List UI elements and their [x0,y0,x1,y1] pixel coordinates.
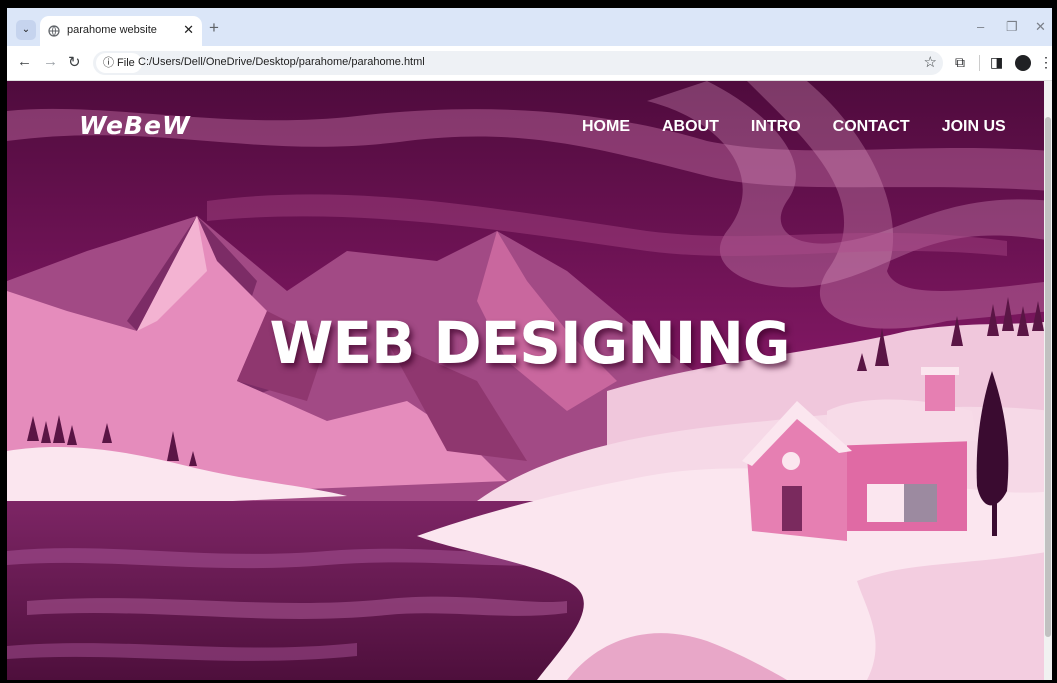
landscape-illustration [7,81,1052,680]
reload-icon[interactable]: ↻ [68,53,81,71]
scrollbar-thumb[interactable] [1045,117,1051,637]
tab-title: parahome website [67,24,157,36]
tab-bar: ⌄ parahome website ✕ + – ❐ ✕ [7,8,1052,46]
browser-toolbar: ← → ↻ ⓘ File C:/Users/Dell/OneDrive/Desk… [7,46,1052,81]
extensions-icon[interactable]: ⧉ [955,54,965,71]
nav-join-us[interactable]: JOIN US [942,118,1006,136]
nav-about[interactable]: ABOUT [662,118,719,136]
site-nav: HOME ABOUT INTRO CONTACT JOIN US [582,118,1038,136]
toolbar-divider [979,55,980,71]
address-bar[interactable]: ⓘ File C:/Users/Dell/OneDrive/Desktop/pa… [93,51,943,75]
site-logo[interactable]: WeBeW [79,111,191,140]
menu-kebab-icon[interactable]: ⋮ [1039,54,1052,71]
minimize-icon[interactable]: – [977,19,984,34]
side-panel-icon[interactable]: ◨ [990,54,1003,71]
url-text[interactable]: C:/Users/Dell/OneDrive/Desktop/parahome/… [138,56,425,68]
nav-contact[interactable]: CONTACT [833,118,910,136]
tab-active[interactable]: parahome website ✕ [40,16,202,46]
profile-avatar[interactable] [1015,55,1031,71]
nav-intro[interactable]: INTRO [751,118,801,136]
site-info-chip[interactable]: ⓘ File [96,53,142,73]
restore-icon[interactable]: ❐ [1006,19,1018,35]
globe-icon [48,25,60,37]
browser-window: ⌄ parahome website ✕ + – ❐ ✕ ← → ↻ ⓘ Fil… [7,8,1052,680]
hero-title: WEB DESIGNING [269,309,791,377]
tab-search-dropdown[interactable]: ⌄ [16,20,36,40]
close-window-icon[interactable]: ✕ [1035,19,1046,35]
tab-close-icon[interactable]: ✕ [183,22,194,38]
new-tab-button[interactable]: + [209,18,219,38]
nav-home[interactable]: HOME [582,118,630,136]
scrollbar[interactable] [1044,81,1052,680]
forward-arrow-icon[interactable]: → [43,53,58,70]
page-viewport: WeBeW HOME ABOUT INTRO CONTACT JOIN US W… [7,81,1052,680]
bookmark-star-icon[interactable]: ☆ [924,53,937,71]
back-arrow-icon[interactable]: ← [17,53,32,70]
